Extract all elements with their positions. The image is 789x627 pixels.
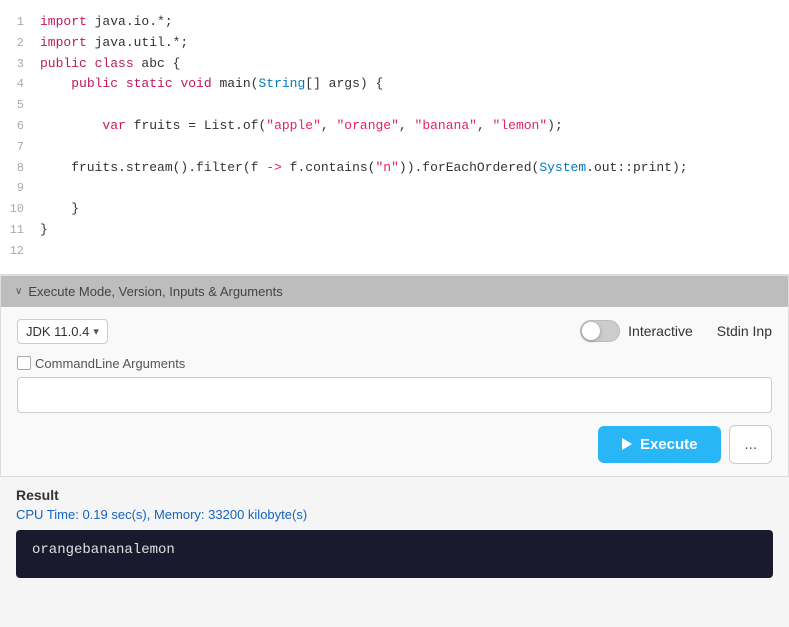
line-content: public class abc { [40,54,781,75]
result-section: Result CPU Time: 0.19 sec(s), Memory: 33… [0,477,789,578]
execute-actions: Execute ... [17,425,772,464]
code-line: 6 var fruits = List.of("apple", "orange"… [0,116,789,137]
code-line: 5 [0,95,789,116]
code-line: 1import java.io.*; [0,12,789,33]
jdk-label: JDK 11.0.4 [26,324,89,339]
jdk-selector[interactable]: JDK 11.0.4 ▾ [17,319,108,344]
line-number: 2 [8,34,40,53]
line-number: 11 [8,221,40,240]
more-options-button[interactable]: ... [729,425,772,464]
execute-body: JDK 11.0.4 ▾ Interactive Stdin Inp Comma… [1,307,788,476]
interactive-control: Interactive Stdin Inp [580,320,772,342]
more-icon: ... [744,436,757,453]
code-line: 12 [0,241,789,262]
execute-controls: JDK 11.0.4 ▾ Interactive Stdin Inp [17,319,772,344]
chevron-icon: ∨ [15,286,22,297]
line-content [40,178,781,199]
execute-button[interactable]: Execute [598,426,722,463]
toggle-knob [582,322,600,340]
interactive-label: Interactive [628,323,693,339]
stdin-label: Stdin Inp [717,323,772,339]
line-content: import java.util.*; [40,33,781,54]
code-line: 8 fruits.stream().filter(f -> f.contains… [0,158,789,179]
line-number: 3 [8,55,40,74]
execute-section: ∨ Execute Mode, Version, Inputs & Argume… [0,275,789,477]
execute-header[interactable]: ∨ Execute Mode, Version, Inputs & Argume… [1,276,788,307]
commandline-checkbox-icon[interactable] [17,356,31,370]
line-content: import java.io.*; [40,12,781,33]
code-line: 9 [0,178,789,199]
line-content: } [40,220,781,241]
line-number: 4 [8,75,40,94]
result-stats: CPU Time: 0.19 sec(s), Memory: 33200 kil… [16,507,773,522]
code-line: 10 } [0,199,789,220]
code-line: 2import java.util.*; [0,33,789,54]
line-number: 5 [8,96,40,115]
commandline-section: CommandLine Arguments [17,356,772,413]
line-content: public static void main(String[] args) { [40,74,781,95]
line-content [40,241,781,262]
line-number: 1 [8,13,40,32]
line-content: } [40,199,781,220]
result-title: Result [16,487,773,503]
line-number: 12 [8,242,40,261]
line-number: 6 [8,117,40,136]
interactive-toggle[interactable] [580,320,620,342]
line-number: 9 [8,179,40,198]
execute-header-label: Execute Mode, Version, Inputs & Argument… [28,284,282,299]
code-line: 7 [0,137,789,158]
line-number: 10 [8,200,40,219]
line-number: 7 [8,138,40,157]
jdk-chevron-icon: ▾ [93,325,99,338]
line-content [40,95,781,116]
commandline-input[interactable] [17,377,772,413]
code-line: 11} [0,220,789,241]
execute-btn-label: Execute [640,436,698,453]
commandline-label: CommandLine Arguments [17,356,772,371]
code-line: 4 public static void main(String[] args)… [0,74,789,95]
code-line: 3public class abc { [0,54,789,75]
code-editor[interactable]: 1import java.io.*;2import java.util.*;3p… [0,0,789,275]
line-content: var fruits = List.of("apple", "orange", … [40,116,781,137]
line-content: fruits.stream().filter(f -> f.contains("… [40,158,781,179]
line-content [40,137,781,158]
line-number: 8 [8,159,40,178]
play-icon [622,438,632,450]
result-output: orangebananalemon [16,530,773,578]
